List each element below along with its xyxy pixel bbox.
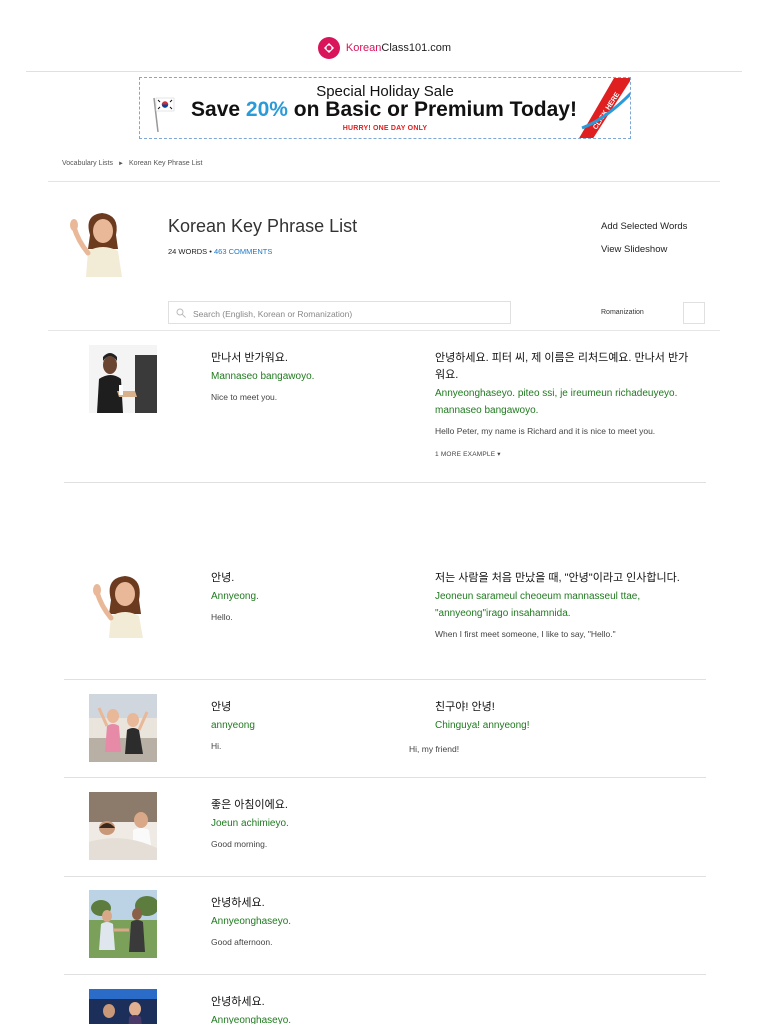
entry-romanization: Mannaseo bangawoyo.	[211, 371, 315, 382]
list-item: 좋은 아침이에요. Joeun achimieyo. Good morning.	[64, 792, 706, 872]
example-romanization: Jeoneun sarameul cheoeum mannasseul ttae…	[435, 591, 641, 619]
entry-romanization: Annyeonghaseyo.	[211, 1015, 292, 1024]
entry-romanization: Joeun achimieyo.	[211, 818, 289, 829]
promo-banner[interactable]: Special Holiday Sale Save 20% on Basic o…	[139, 77, 631, 139]
list-avatar	[70, 213, 122, 277]
entry-romanization: Annyeonghaseyo.	[211, 916, 292, 927]
click-here-ribbon[interactable]: CLICK HERE	[578, 78, 631, 139]
site-logo[interactable]: KoreanClass101.com	[0, 36, 768, 60]
header-divider	[26, 71, 742, 72]
entry-english: Nice to meet you.	[211, 392, 278, 402]
example-korean: 저는 사람을 처음 만났을 때, "안녕"이라고 인사합니다.	[435, 572, 680, 584]
example-english: Hello Peter, my name is Richard and it i…	[435, 426, 656, 436]
more-examples-toggle[interactable]: 1 MORE EXAMPLE ▾	[435, 450, 697, 458]
entry-divider	[64, 679, 706, 680]
view-slideshow-button[interactable]: View Slideshow	[601, 244, 667, 255]
entry-divider	[64, 777, 706, 778]
entry-english: Good morning.	[211, 839, 268, 849]
entry-image-handshake	[89, 345, 157, 413]
entry-english: Hello.	[211, 612, 233, 622]
breadcrumb-arrow-icon: ►	[117, 160, 124, 167]
add-selected-words-button[interactable]: Add Selected Words	[601, 221, 687, 232]
breadcrumb-current[interactable]: Korean Key Phrase List	[129, 160, 203, 167]
entry-korean: 안녕하세요.	[211, 996, 265, 1008]
entry-image-morning	[89, 792, 157, 860]
breadcrumb-divider	[48, 181, 720, 182]
word-count: 24 WORDS	[168, 247, 208, 256]
entry-korean: 안녕하세요.	[211, 897, 265, 909]
entry-romanization: Annyeong.	[211, 591, 259, 602]
example-korean: 안녕하세요. 피터 씨, 제 이름은 리처드예요. 만나서 반가워요.	[435, 352, 689, 381]
entry-image-waving-woman	[89, 570, 157, 638]
example-romanization: Annyeonghaseyo. piteo ssi, je ireumeun r…	[435, 388, 678, 416]
list-meta: 24 WORDS • 463 COMMENTS	[168, 247, 273, 256]
list-item: 안녕하세요. Annyeonghaseyo. Good afternoon.	[64, 890, 706, 970]
search-icon	[176, 308, 186, 318]
entry-english: Good afternoon.	[211, 937, 273, 947]
breadcrumb-vocabulary-lists[interactable]: Vocabulary Lists	[62, 160, 113, 167]
entry-divider	[64, 974, 706, 975]
entry-image-golfers	[89, 890, 157, 958]
entry-image-evening	[89, 989, 157, 1024]
example-romanization: Chinguya! annyeong!	[435, 720, 530, 731]
entry-korean: 안녕	[211, 701, 232, 713]
banner-subtext: HURRY! ONE DAY ONLY	[342, 125, 428, 132]
entry-korean: 좋은 아침이에요.	[211, 799, 288, 811]
entry-image-friends	[89, 694, 157, 762]
search-input[interactable]: Search (English, Korean or Romanization)	[168, 301, 511, 324]
romanization-label: Romanization	[601, 309, 644, 316]
example-english: When I first meet someone, I like to say…	[435, 629, 616, 639]
logo-text: KoreanClass101.com	[345, 42, 452, 54]
page-title: Korean Key Phrase List	[168, 216, 358, 236]
entry-korean: 안녕.	[211, 572, 235, 584]
entry-korean: 만나서 반가워요.	[211, 352, 288, 364]
romanization-toggle[interactable]	[683, 302, 705, 324]
comments-link[interactable]: 463 COMMENTS	[214, 247, 272, 256]
list-item: 안녕하세요. Annyeonghaseyo.	[64, 989, 706, 1024]
entry-divider	[64, 876, 706, 877]
banner-headline: Save 20% on Basic or Premium Today!	[191, 98, 577, 121]
list-item: 만나서 반가워요. Mannaseo bangawoyo. Nice to me…	[64, 345, 706, 475]
list-top-divider	[48, 330, 720, 331]
logo-mark-icon	[317, 37, 340, 59]
search-placeholder: Search (English, Korean or Romanization)	[193, 309, 353, 319]
list-item: 안녕. Annyeong. Hello. 저는 사람을 처음 만났을 때, "안…	[64, 565, 706, 675]
entry-divider	[64, 482, 706, 483]
list-item: 안녕 annyeong Hi. 친구야! 안녕! Chinguya! annye…	[64, 694, 706, 774]
example-english: Hi, my friend!	[409, 744, 460, 754]
entry-romanization: annyeong	[211, 720, 255, 731]
entry-english: Hi.	[211, 741, 222, 751]
breadcrumb: Vocabulary Lists ► Korean Key Phrase Lis…	[62, 160, 202, 167]
example-korean: 친구야! 안녕!	[435, 701, 495, 713]
